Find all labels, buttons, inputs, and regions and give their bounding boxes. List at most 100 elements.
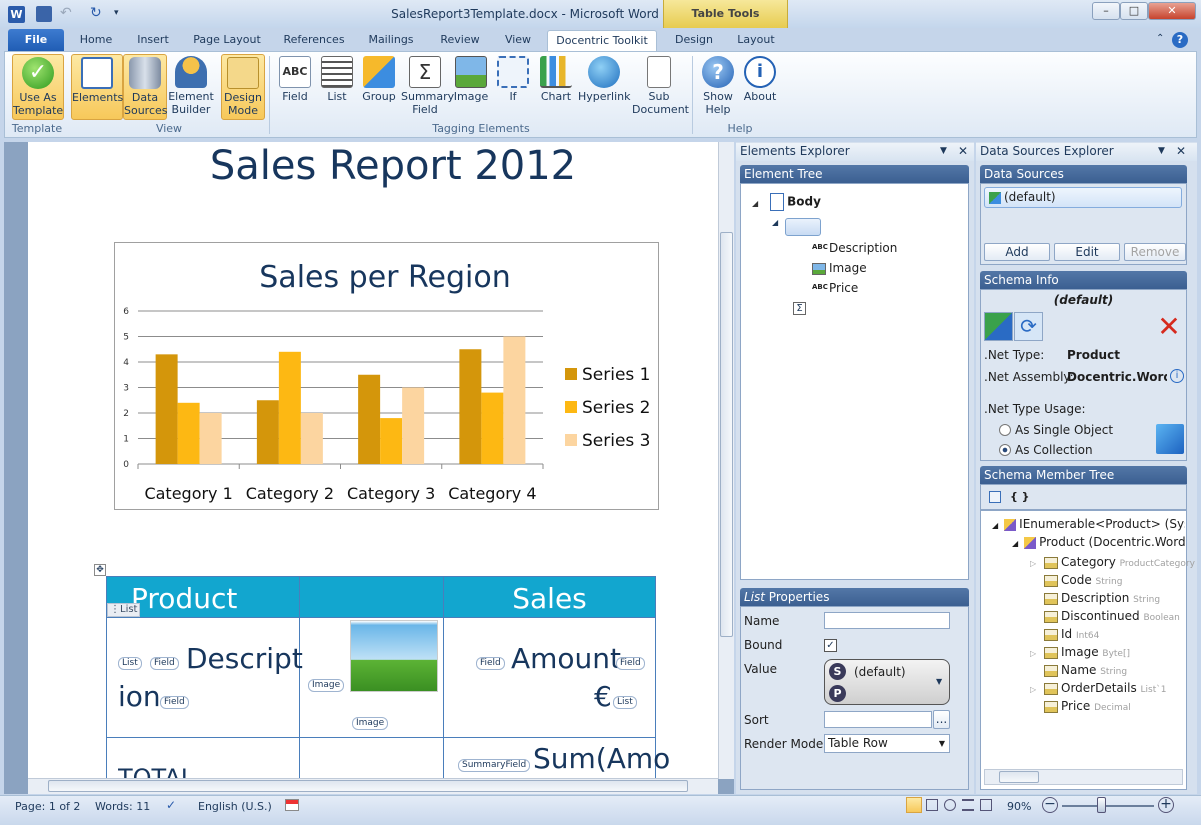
tab-home[interactable]: Home [72,30,120,52]
tab-page-layout[interactable]: Page Layout [186,30,268,52]
schema-delete-icon[interactable]: ✕ [1154,312,1184,341]
schema-member-name[interactable]: Name String [1030,661,1185,679]
chart-button[interactable]: Chart [537,54,575,120]
schema-hscroll-thumb[interactable] [999,771,1039,783]
name-input[interactable] [824,612,950,629]
tab-file[interactable]: File [8,29,64,52]
tab-references[interactable]: References [276,30,352,52]
schema-member-image[interactable]: ▷ Image Byte[] [1030,643,1185,661]
schema-member-description[interactable]: Description String [1030,589,1185,607]
field-button[interactable]: ABC Field [276,54,314,120]
collapse-arrow-icon[interactable]: ◢ [1012,539,1018,548]
group-button[interactable]: Group [360,54,398,120]
hscroll-thumb[interactable] [48,780,688,792]
zoom-out-icon[interactable]: − [1042,797,1058,813]
close-window-button[interactable]: ✕ [1148,2,1196,20]
about-button[interactable]: i About [741,54,779,120]
schema-member-price[interactable]: Price Decimal [1030,697,1185,715]
element-builder-button[interactable]: Element Builder [168,54,214,120]
word-count[interactable]: Words: 11 [95,800,150,813]
image-end-tag[interactable]: Image [352,717,389,730]
schema-member-discontinued[interactable]: Discontinued Boolean [1030,607,1185,625]
collapse-arrow-icon[interactable]: ◢ [752,199,758,208]
image-start-tag[interactable]: Image [308,679,345,692]
value-dropdown-icon[interactable]: ▼ [936,677,942,686]
zoom-slider-thumb[interactable] [1097,797,1106,813]
tab-layout[interactable]: Layout [728,30,784,52]
schema-member-orderdetails[interactable]: ▷ OrderDetails List`1 [1030,679,1185,697]
ds-close-icon[interactable]: ✕ [1176,144,1186,158]
full-screen-view-icon[interactable] [926,799,938,811]
tree-node-image[interactable]: Image [812,261,867,275]
schema-product-node[interactable]: ◢ Product (Docentric.Word.Ex [1012,535,1185,549]
tree-node-price[interactable]: ABCPrice [812,281,858,295]
data-sources-button[interactable]: Data Sources [123,54,168,120]
page-count[interactable]: Page: 1 of 2 [15,800,80,813]
schema-refresh-icon[interactable]: ⟳ [1014,312,1043,341]
tab-insert[interactable]: Insert [130,30,176,52]
add-button[interactable]: Add [984,243,1050,261]
table-cell-empty[interactable] [299,737,444,779]
chart-frame[interactable]: Sales per Region 0 1 2 3 4 5 6 Category 1 Categor… [114,242,659,510]
image-placeholder[interactable] [350,620,438,692]
document-vertical-scrollbar[interactable] [718,142,734,779]
render-mode-select[interactable]: Table Row ▼ [824,734,950,753]
bound-checkbox[interactable]: ✓ [824,639,837,652]
macro-record-icon[interactable] [285,799,299,811]
elements-explorer-dropdown-icon[interactable]: ▼ [940,146,947,156]
schema-hscroll[interactable] [984,769,1183,785]
schema-member-id[interactable]: Id Int64 [1030,625,1185,643]
web-layout-view-icon[interactable] [944,799,956,811]
collapse-arrow-icon[interactable]: ◢ [992,521,998,530]
zoom-slider-track[interactable] [1062,805,1154,807]
tree-view-icon[interactable] [989,491,1001,503]
schema-load-icon[interactable] [984,312,1013,341]
list-end-tag[interactable]: List [613,696,637,709]
assembly-info-icon[interactable]: i [1170,369,1184,383]
elements-explorer-close-icon[interactable]: ✕ [958,144,968,158]
draft-view-icon[interactable] [980,799,992,811]
print-layout-view-icon[interactable] [906,797,922,813]
summary-field-tag[interactable]: SummaryField [458,759,531,772]
table-move-handle[interactable]: ✥ [94,564,106,576]
single-object-radio[interactable] [999,424,1011,436]
edit-button[interactable]: Edit [1054,243,1120,261]
table-cell-description[interactable] [106,617,300,738]
list-tag-label[interactable]: ⋮List [107,603,141,617]
amount-field-end-tag[interactable]: Field [616,657,645,670]
sub-document-button[interactable]: Sub Document [632,54,689,120]
tab-design[interactable]: Design [666,30,722,52]
schema-member-code[interactable]: Code String [1030,571,1185,589]
zoom-in-icon[interactable]: + [1158,797,1174,813]
use-as-template-button[interactable]: ✓ Use As Template [12,54,64,120]
outline-view-icon[interactable] [962,799,974,811]
schema-root-node[interactable]: ◢ IEnumerable<Product> (System [992,517,1185,531]
help-icon-top[interactable]: ? [1172,32,1188,48]
language[interactable]: English (U.S.) [198,800,272,813]
ds-dropdown-icon[interactable]: ▼ [1158,146,1165,156]
tab-review[interactable]: Review [432,30,488,52]
if-button[interactable]: If [496,54,530,120]
minimize-button[interactable]: – [1092,2,1120,20]
tree-node-body[interactable]: ◢ Body [752,193,821,211]
tree-node-description[interactable]: ABCDescription [812,241,897,255]
sigma-node-icon[interactable]: Σ [793,302,806,315]
list-node-icon[interactable] [785,218,821,236]
field-end-tag[interactable]: Field [160,696,189,709]
design-mode-button[interactable]: Design Mode [221,54,265,120]
elements-button[interactable]: Elements [71,54,123,120]
tab-view[interactable]: View [496,30,540,52]
zoom-level[interactable]: 90% [1007,800,1031,813]
image-button[interactable]: Image [452,54,490,120]
tree-node-list-selected[interactable]: ◢ [772,218,778,227]
remove-button[interactable]: Remove [1124,243,1186,261]
maximize-button[interactable]: □ [1120,2,1148,20]
sort-browse-button[interactable]: ... [933,710,950,729]
field-start-tag[interactable]: Field [150,657,179,670]
collection-radio[interactable] [999,444,1011,456]
sort-input[interactable] [824,711,932,728]
scrollbar-thumb[interactable] [720,232,733,637]
list-button[interactable]: List [320,54,354,120]
hyperlink-button[interactable]: Hyperlink [578,54,631,120]
minimize-ribbon-icon[interactable]: ⌃ [1156,33,1164,44]
